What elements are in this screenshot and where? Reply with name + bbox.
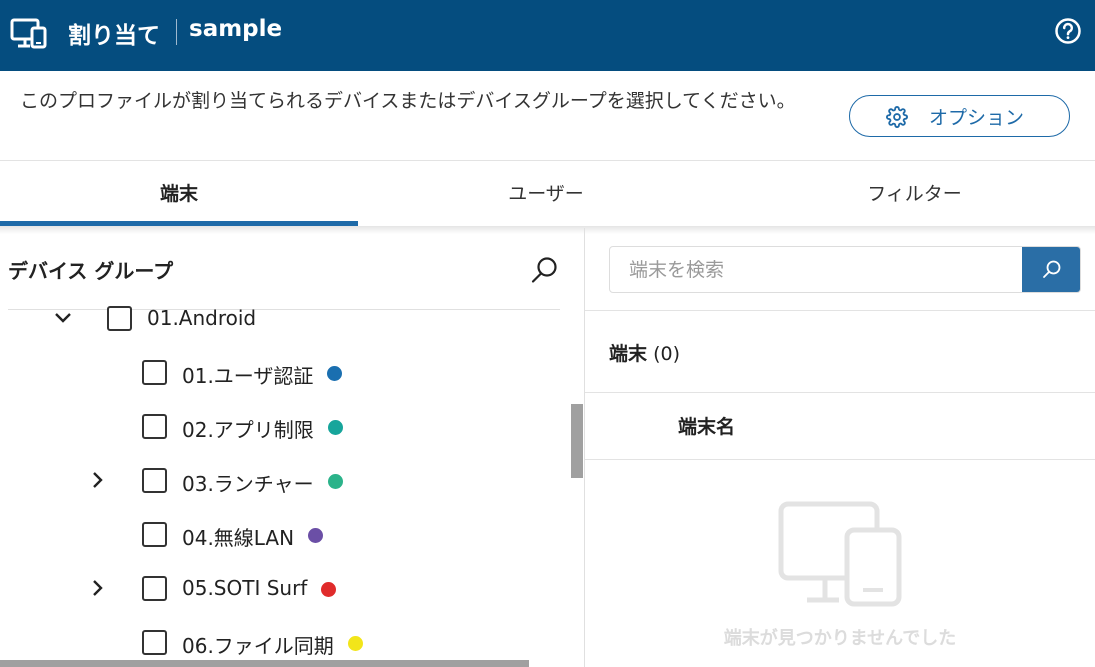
devices-icon <box>10 18 47 49</box>
page-title: 割り当て <box>68 23 160 49</box>
device-search-button[interactable] <box>1022 247 1080 292</box>
chevron-right-icon[interactable] <box>88 470 108 490</box>
help-icon[interactable] <box>1054 17 1082 45</box>
group-color-dot <box>321 582 336 597</box>
group-checkbox[interactable] <box>142 414 167 439</box>
group-label: 01.Android <box>147 306 257 330</box>
group-label: 03.ランチャー <box>182 472 314 496</box>
gear-icon <box>886 106 908 128</box>
tab-devices-label: 端末 <box>159 183 198 205</box>
assignment-description: このプロファイルが割り当てられるデバイスまたはデバイスグループを選択してください… <box>20 90 796 112</box>
group-checkbox[interactable] <box>107 306 132 331</box>
group-label: 04.無線LAN <box>182 526 295 550</box>
device-count: 端末 (0) <box>609 339 680 366</box>
options-label: オプション <box>929 107 1025 129</box>
count-divider <box>585 392 1095 393</box>
column-header-device-name[interactable]: 端末名 <box>678 412 735 439</box>
group-color-dot <box>328 420 343 435</box>
device-group-title: デバイス グループ <box>8 259 174 283</box>
vertical-scrollbar[interactable] <box>571 404 583 478</box>
profile-name: sample <box>189 16 283 42</box>
tree-row: 03.ランチャー <box>0 454 570 508</box>
chevron-right-icon[interactable] <box>88 578 108 598</box>
tab-filters[interactable]: フィルター <box>734 161 1095 225</box>
search-icon <box>1043 260 1061 278</box>
group-label: 05.SOTI Surf <box>182 576 308 600</box>
search-divider <box>585 310 1095 311</box>
title-separator <box>176 19 177 45</box>
tree-row: 04.無線LAN <box>0 508 570 562</box>
group-color-dot <box>308 528 323 543</box>
device-list-panel: 端末 (0) 端末名 端末が見つかりませんでした <box>585 228 1095 667</box>
device-group-panel: デバイス グループ 01.Android 01.ユーザ認証 02.アプリ制限 03.… <box>0 228 585 667</box>
group-checkbox[interactable] <box>142 576 167 601</box>
tab-users-label: ユーザー <box>508 183 584 205</box>
tree-row: 02.アプリ制限 <box>0 400 570 454</box>
no-devices-icon <box>778 501 902 607</box>
empty-state-text: 端末が見つかりませんでした <box>723 628 957 649</box>
group-label: 01.ユーザ認証 <box>182 364 314 388</box>
tab-filters-label: フィルター <box>867 183 962 205</box>
group-color-dot <box>327 366 342 381</box>
tab-users[interactable]: ユーザー <box>358 161 734 225</box>
header-divider <box>585 459 1095 460</box>
options-button[interactable]: オプション <box>849 95 1070 137</box>
group-label: 06.ファイル同期 <box>182 634 334 658</box>
group-color-dot <box>348 636 363 651</box>
group-checkbox[interactable] <box>142 630 167 655</box>
group-checkbox[interactable] <box>142 522 167 547</box>
tree-row: 05.SOTI Surf <box>0 562 570 616</box>
header-bar: 割り当て sample <box>0 0 1095 71</box>
group-search-icon[interactable] <box>530 255 560 285</box>
tab-devices[interactable]: 端末 <box>0 161 358 225</box>
horizontal-scrollbar[interactable] <box>0 660 529 667</box>
group-checkbox[interactable] <box>142 468 167 493</box>
chevron-down-icon[interactable] <box>53 308 73 328</box>
device-count-label: 端末 <box>609 343 648 365</box>
tree-row-root: 01.Android <box>0 292 570 346</box>
group-color-dot <box>328 474 343 489</box>
device-count-value: (0) <box>653 343 680 365</box>
tree-row: 01.ユーザ認証 <box>0 346 570 400</box>
device-search-box <box>609 246 1081 293</box>
group-label: 02.アプリ制限 <box>182 418 314 442</box>
group-checkbox[interactable] <box>142 360 167 385</box>
device-search-input[interactable] <box>610 247 1022 292</box>
